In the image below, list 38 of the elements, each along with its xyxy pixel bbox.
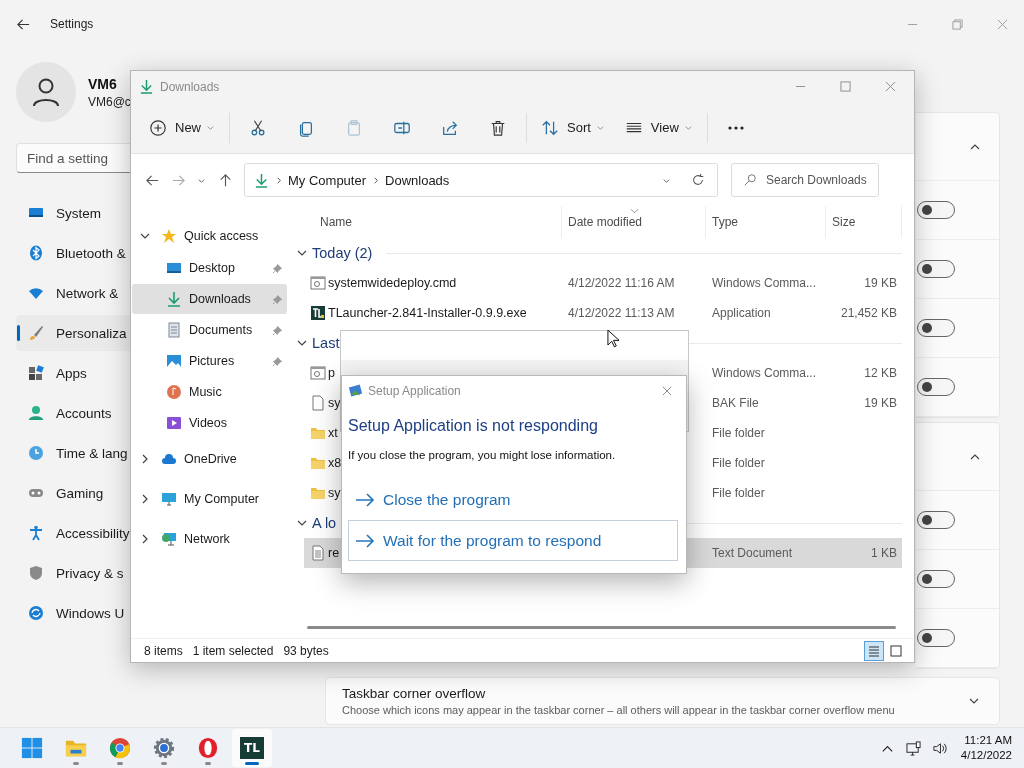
date-modified: 4/12/2022 11:16 AM <box>568 276 675 290</box>
selection-count: 1 item selected <box>192 643 274 658</box>
file-size: 19 KB <box>864 276 897 290</box>
file-name: systemwidedeploy.cmd <box>328 276 457 290</box>
file-type: Windows Comma... <box>712 366 817 380</box>
file-size: 1 KB <box>871 546 897 560</box>
clock-time: 11:21 AM <box>964 733 1012 748</box>
file-size: 12 KB <box>864 366 897 380</box>
file-name: TLauncher-2.841-Installer-0.9.9.exe <box>328 306 527 320</box>
file-type: Text Document <box>712 546 793 560</box>
file-type: File folder <box>712 456 765 470</box>
file-name: x8 <box>328 456 342 470</box>
file-name: sy <box>328 396 341 410</box>
app-icon: TL <box>240 737 264 759</box>
clock-date: 4/12/2022 <box>960 748 1012 763</box>
file-size: 21,452 KB <box>840 306 897 320</box>
selection-size: 93 bytes <box>283 643 329 658</box>
dialog-title: Setup Application <box>368 383 461 398</box>
item-count: 8 items <box>144 643 183 658</box>
file-type: File folder <box>712 486 765 500</box>
file-type: BAK File <box>712 396 759 410</box>
file-type: File folder <box>712 426 765 440</box>
user-email: VM6@c <box>88 94 131 109</box>
window-title: Downloads <box>160 79 220 94</box>
window-title: Settings <box>50 17 94 31</box>
file-type: Windows Comma... <box>712 276 817 290</box>
file-type: Application <box>712 306 771 320</box>
setting-title: Taskbar corner overflow <box>342 686 487 701</box>
user-name: VM6 <box>88 75 118 92</box>
dialog-heading: Setup Application is not responding <box>348 417 599 435</box>
file-name: xt <box>328 426 338 440</box>
file-name: p <box>328 366 335 380</box>
file-name: sy <box>328 486 341 500</box>
setting-description: Choose which icons may appear in the taskbar corner – all others will appear in the taskbar corner overflow menu <box>342 704 896 716</box>
file-size: 19 KB <box>864 396 897 410</box>
file-name: re <box>328 546 340 560</box>
date-modified: 4/12/2022 11:13 AM <box>568 306 675 320</box>
dialog-message: If you close the program, you might lose information. <box>348 449 617 461</box>
